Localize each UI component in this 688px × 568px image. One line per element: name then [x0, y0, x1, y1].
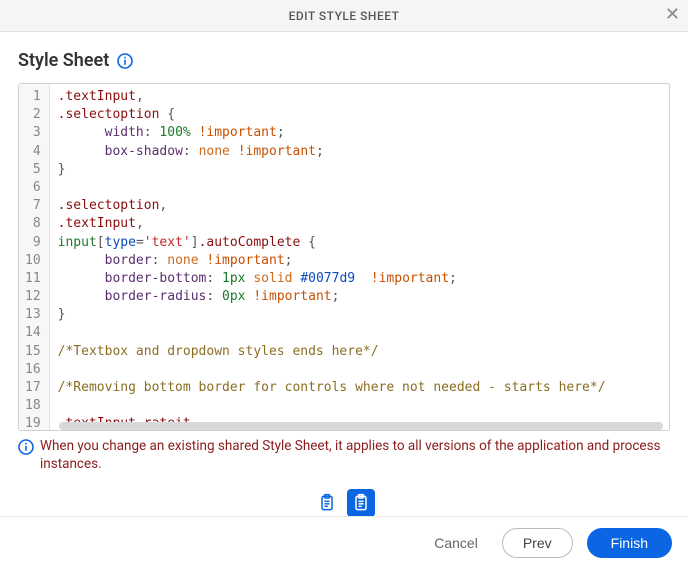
finish-button[interactable]: Finish [587, 528, 672, 558]
warning-text: When you change an existing shared Style… [40, 437, 670, 473]
line-gutter: 1 2 3 4 5 6 7 8 9 10 11 12 13 14 15 16 1… [19, 84, 50, 430]
css-editor[interactable]: 1 2 3 4 5 6 7 8 9 10 11 12 13 14 15 16 1… [18, 83, 670, 431]
clipboard-filled-icon[interactable] [347, 489, 375, 517]
close-icon[interactable]: ✕ [665, 6, 680, 24]
warning-message: When you change an existing shared Style… [18, 437, 670, 473]
info-icon [18, 439, 34, 455]
dialog-title: EDIT STYLE SHEET [289, 9, 400, 23]
dialog-header: EDIT STYLE SHEET ✕ [0, 0, 688, 32]
prev-button[interactable]: Prev [502, 528, 573, 558]
section-title: Style Sheet [18, 50, 109, 71]
clipboard-list-icon[interactable] [313, 489, 341, 517]
code-area[interactable]: .textInput, .selectoption { width: 100% … [50, 84, 669, 430]
info-icon[interactable] [117, 53, 133, 69]
dialog-body: Style Sheet 1 2 3 4 5 6 7 8 9 10 11 12 1… [0, 32, 688, 535]
cancel-button[interactable]: Cancel [424, 529, 488, 557]
view-toggle-row [18, 489, 670, 517]
dialog-footer: Cancel Prev Finish [0, 516, 688, 568]
